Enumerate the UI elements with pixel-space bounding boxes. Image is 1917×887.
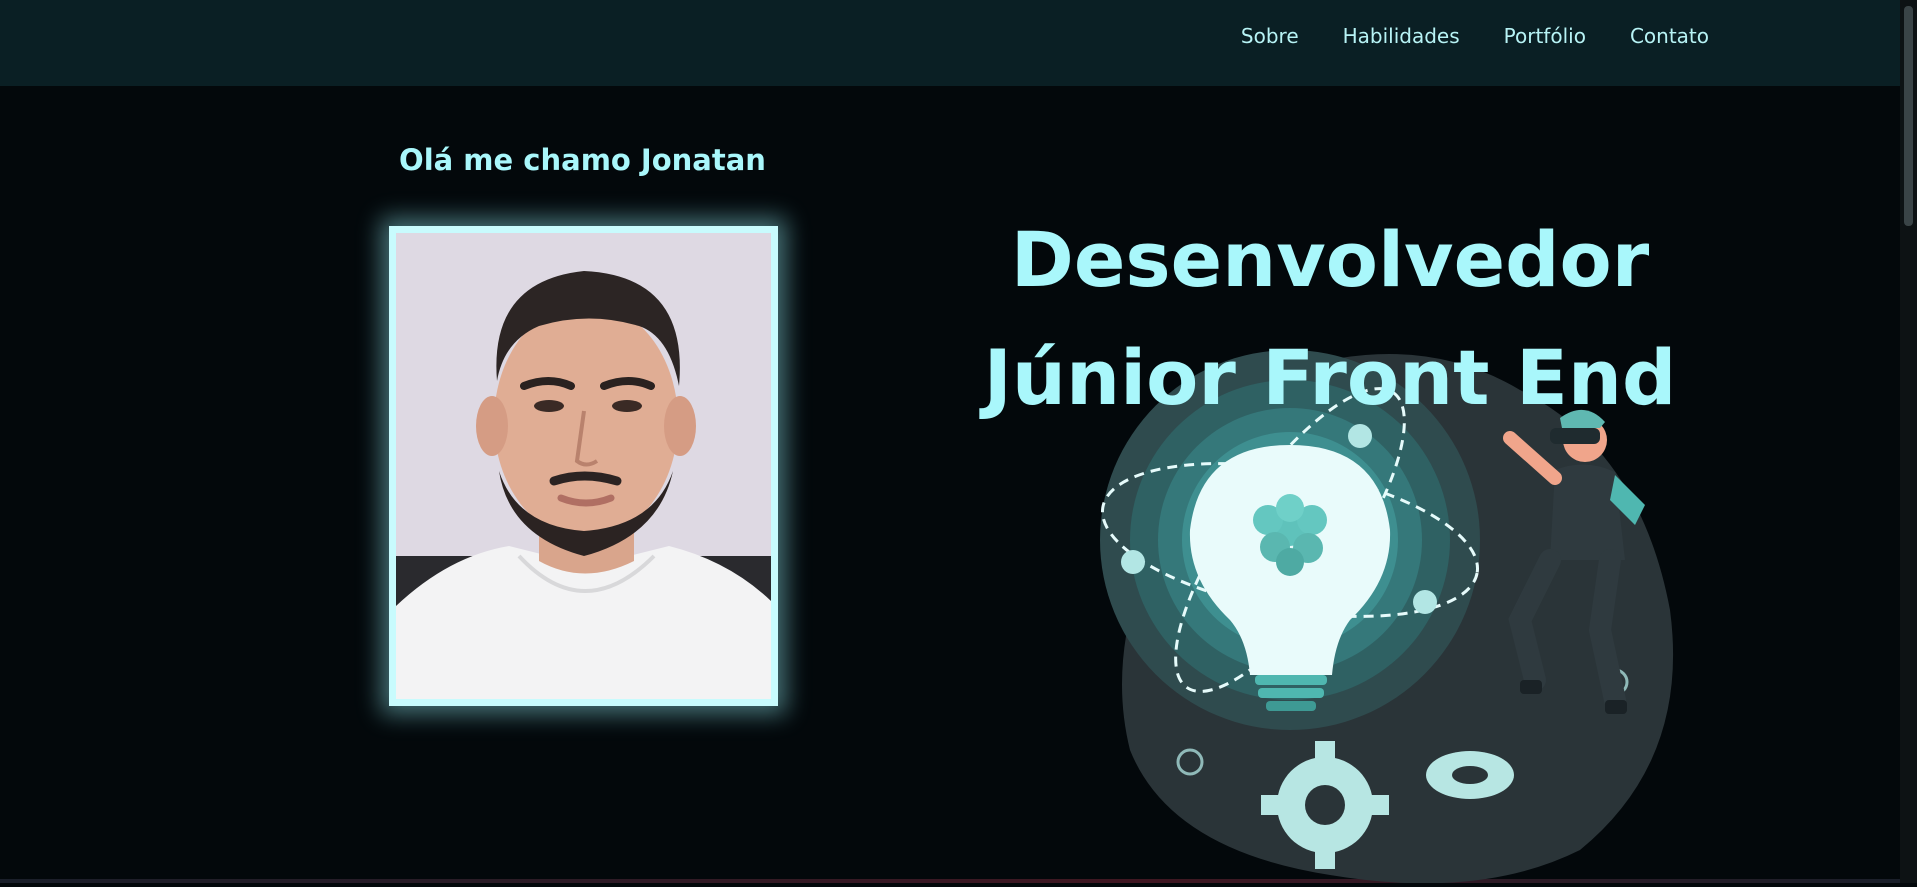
- nav-link-portfolio[interactable]: Portfólio: [1504, 24, 1586, 48]
- profile-photo: [389, 226, 778, 706]
- page-scrollbar[interactable]: [1900, 0, 1917, 883]
- hero-title-line-2: Júnior Front End: [960, 340, 1700, 416]
- scrollbar-thumb[interactable]: [1904, 6, 1913, 226]
- nav-menu: Sobre Habilidades Portfólio Contato: [1241, 0, 1709, 72]
- greeting-heading: Olá me chamo Jonatan: [390, 143, 775, 177]
- hero-title-line-1: Desenvolvedor: [960, 222, 1700, 298]
- nav-link-habilidades[interactable]: Habilidades: [1343, 24, 1460, 48]
- nav-link-contato[interactable]: Contato: [1630, 24, 1709, 48]
- nav-link-sobre[interactable]: Sobre: [1241, 24, 1299, 48]
- navbar: Sobre Habilidades Portfólio Contato: [0, 0, 1917, 86]
